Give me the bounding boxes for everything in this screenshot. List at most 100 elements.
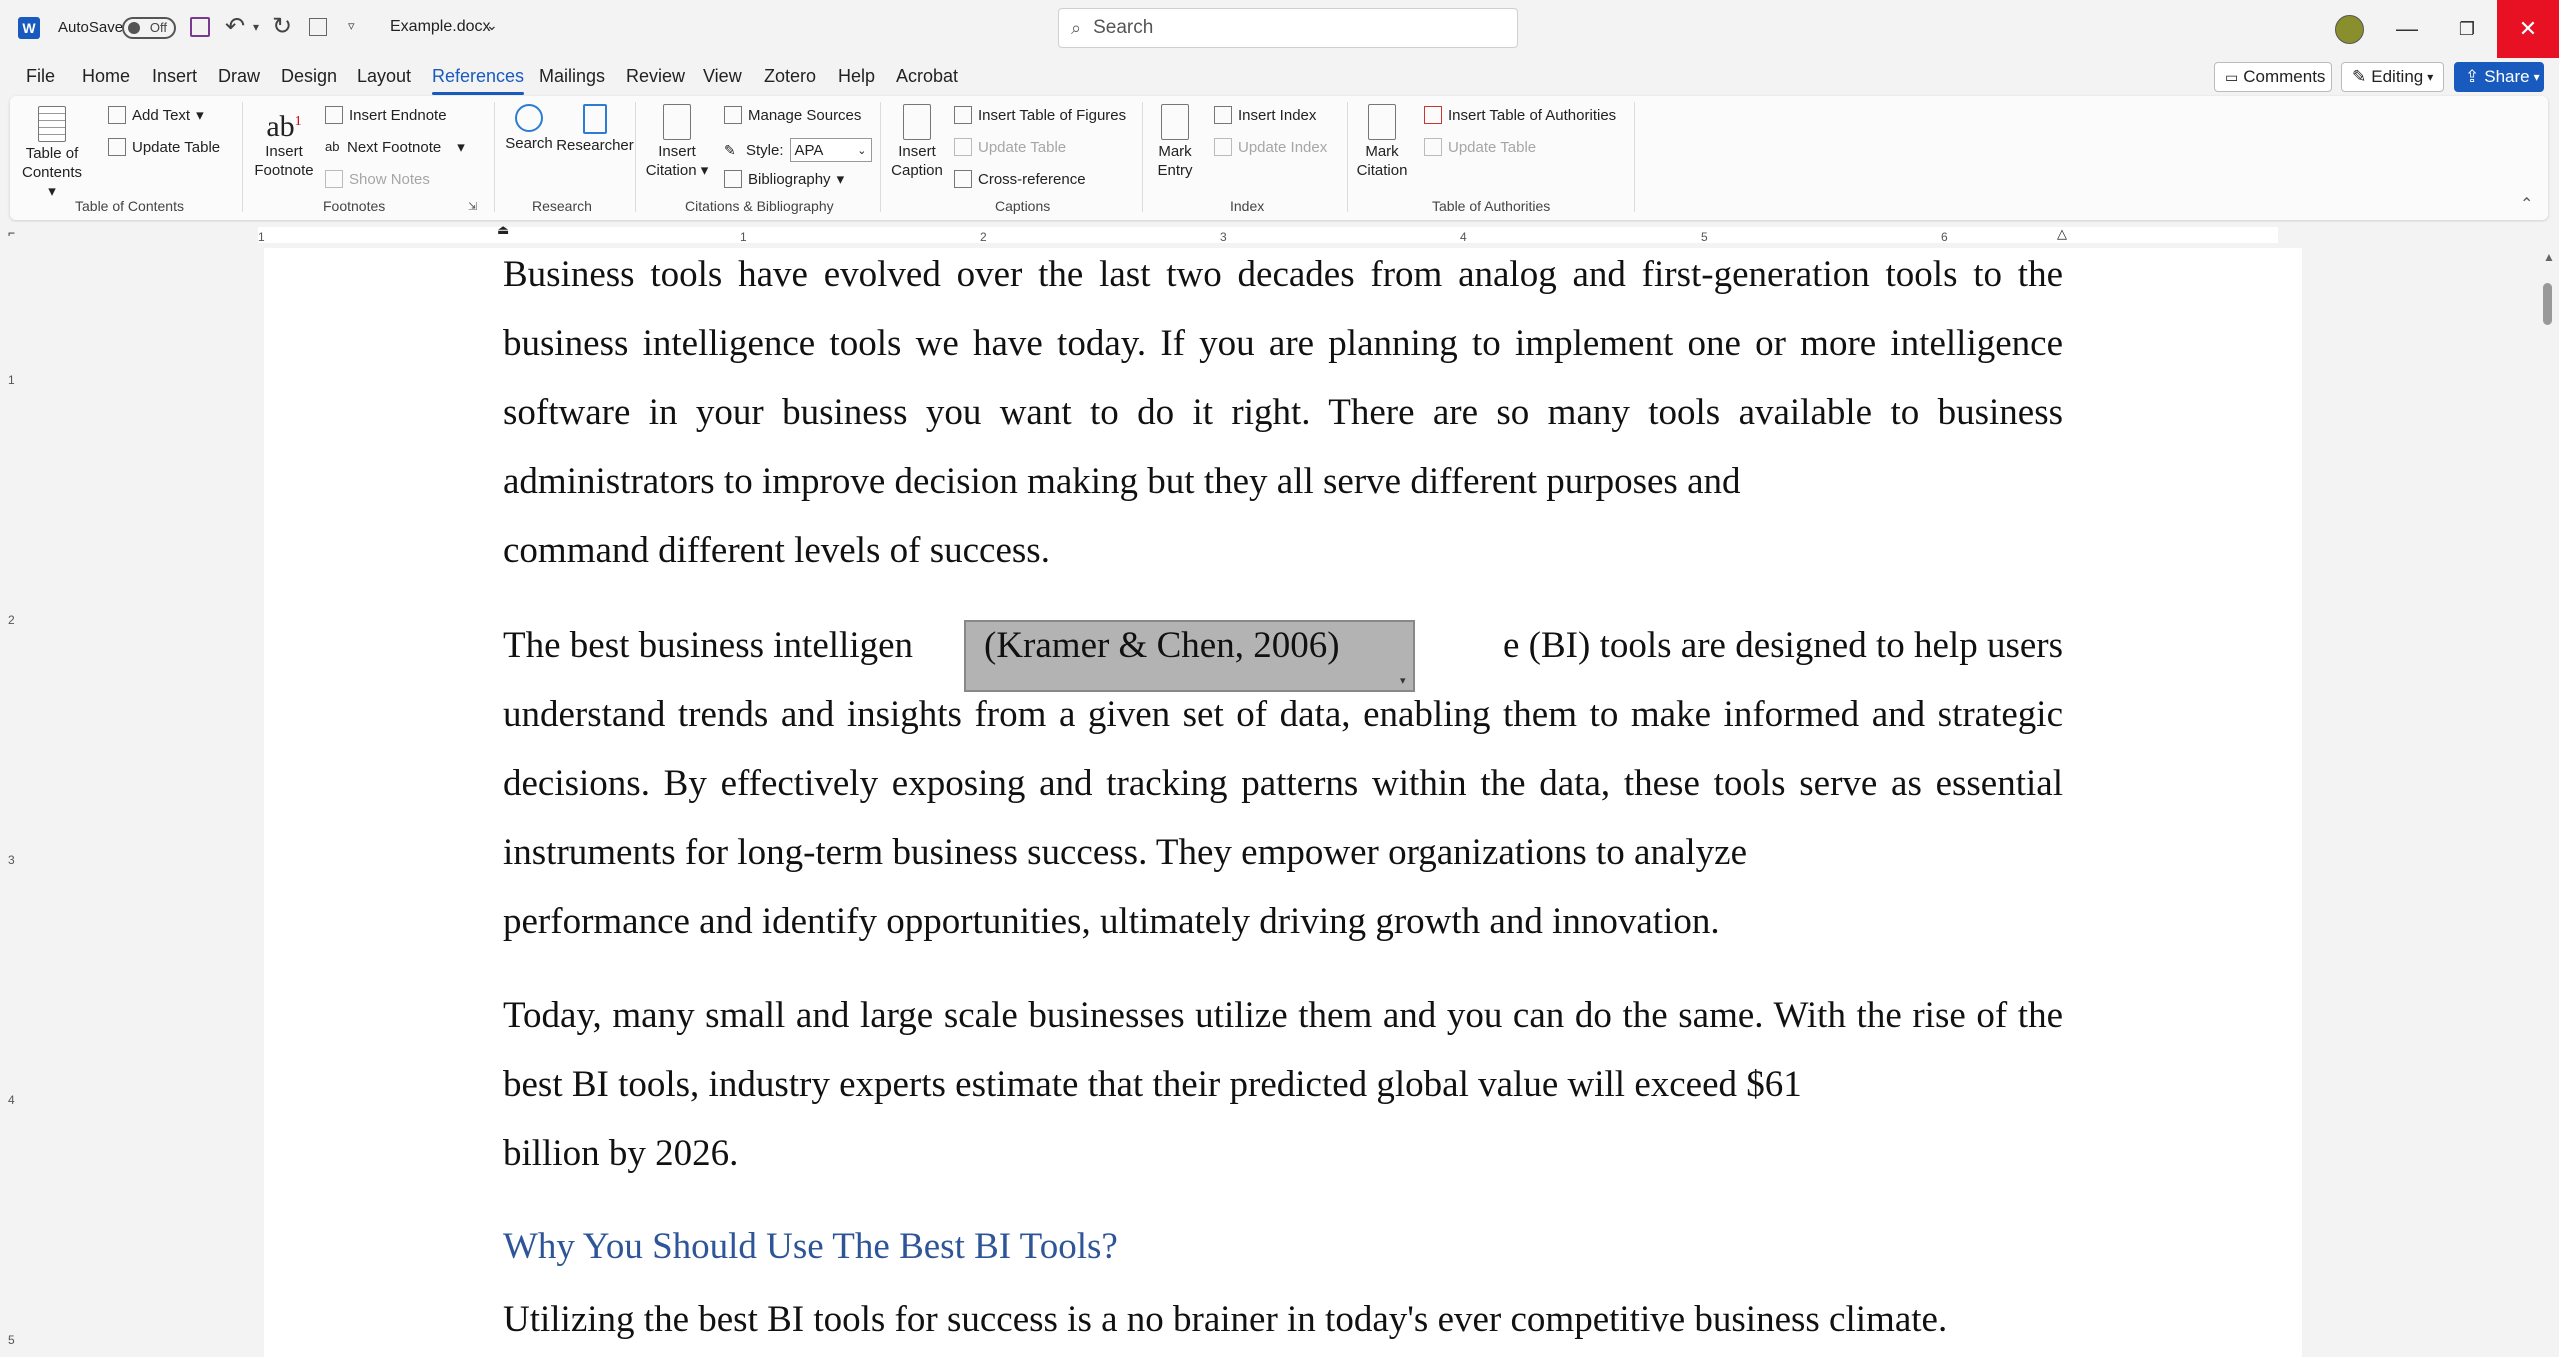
- table-of-contents-button[interactable]: Table of Contents ▾: [22, 106, 82, 201]
- group-label-captions: Captions: [995, 198, 1051, 214]
- insert-endnote-button[interactable]: Insert Endnote: [325, 106, 447, 124]
- autosave-label: AutoSave: [58, 19, 124, 36]
- close-button[interactable]: ✕: [2497, 0, 2559, 58]
- scroll-up-icon[interactable]: ▲: [2543, 250, 2555, 264]
- restore-button[interactable]: ❐: [2437, 0, 2497, 58]
- insert-table-of-authorities-button[interactable]: Insert Table of Authorities: [1424, 106, 1616, 124]
- save-icon[interactable]: [190, 17, 210, 37]
- search-input[interactable]: ⌕ Search: [1058, 8, 1518, 48]
- style-selector[interactable]: ✎ Style: APA ⌄: [724, 138, 872, 162]
- tab-help[interactable]: Help: [838, 66, 875, 87]
- insert-index-button[interactable]: Insert Index: [1214, 106, 1316, 124]
- manage-sources-icon: [724, 106, 742, 124]
- update-index-icon: [1214, 138, 1232, 156]
- paragraph-4[interactable]: Utilizing the best BI tools for success …: [503, 1285, 2063, 1354]
- tab-layout[interactable]: Layout: [357, 66, 411, 87]
- tab-home[interactable]: Home: [82, 66, 130, 87]
- citation-content-control[interactable]: (Kramer & Chen, 2006): [964, 620, 1415, 692]
- search-research-icon: [515, 104, 543, 132]
- comments-button[interactable]: ▭ Comments: [2214, 62, 2332, 92]
- editing-mode-button[interactable]: ✎ Editing ▾: [2341, 62, 2444, 92]
- redo-icon[interactable]: ↻: [272, 12, 292, 41]
- group-label-citations: Citations & Bibliography: [685, 198, 834, 214]
- next-footnote-icon: ab: [325, 139, 340, 154]
- ribbon-references: Table of Contents ▾ Add Text ▾ Update Ta…: [10, 96, 2548, 220]
- insert-caption-button[interactable]: Insert Caption: [886, 104, 948, 180]
- show-notes-button[interactable]: Show Notes: [325, 170, 430, 188]
- update-table-figures-button[interactable]: Update Table: [954, 138, 1066, 156]
- cross-reference-button[interactable]: Cross-reference: [954, 170, 1086, 188]
- collapse-ribbon-icon[interactable]: ⌃: [2520, 194, 2533, 214]
- tab-design[interactable]: Design: [281, 66, 337, 87]
- update-index-button[interactable]: Update Index: [1214, 138, 1327, 156]
- footnote-icon: ab1: [266, 110, 302, 143]
- group-label-footnotes: Footnotes: [323, 198, 386, 214]
- citation-dropdown-icon[interactable]: ▾: [1400, 674, 1406, 687]
- scrollbar-thumb[interactable]: [2543, 283, 2552, 325]
- next-footnote-button[interactable]: ab Next Footnote ▾: [325, 138, 465, 157]
- tab-draw[interactable]: Draw: [218, 66, 260, 87]
- update-table-authorities-button[interactable]: Update Table: [1424, 138, 1536, 156]
- vertical-ruler: 1 2 3 4 5: [0, 248, 26, 1357]
- tab-references[interactable]: References: [432, 66, 525, 95]
- chevron-down-icon: ▾: [2427, 70, 2434, 84]
- tab-insert[interactable]: Insert: [152, 66, 197, 87]
- style-icon: ✎: [724, 142, 736, 158]
- tab-zotero[interactable]: Zotero: [764, 66, 816, 87]
- title-bar: W AutoSave Off ↶ ▾ ↻ ▿ Example.docx ⌄ ⌕ …: [0, 0, 2559, 58]
- insert-footnote-button[interactable]: ab1 Insert Footnote: [254, 104, 314, 180]
- endnote-icon: [325, 106, 343, 124]
- autosave-toggle[interactable]: Off: [122, 17, 176, 39]
- footnotes-dialog-launcher-icon[interactable]: ⇲: [468, 200, 477, 213]
- manage-sources-button[interactable]: Manage Sources: [724, 106, 861, 124]
- search-placeholder: Search: [1093, 17, 1154, 38]
- word-logo-icon: W: [18, 17, 40, 39]
- avatar[interactable]: [2335, 15, 2364, 44]
- insert-citation-button[interactable]: Insert Citation ▾: [642, 104, 712, 180]
- add-text-icon: [108, 106, 126, 124]
- search-icon: ⌕: [1071, 17, 1082, 38]
- table-of-authorities-icon: [1424, 106, 1442, 124]
- researcher-button[interactable]: Researcher: [550, 104, 640, 155]
- insert-index-icon: [1214, 106, 1232, 124]
- vertical-scrollbar[interactable]: ▲: [2538, 248, 2559, 1357]
- cross-reference-icon: [954, 170, 972, 188]
- undo-icon[interactable]: ↶: [225, 12, 245, 41]
- pencil-icon: ✎: [2352, 67, 2367, 86]
- minimize-button[interactable]: —: [2377, 0, 2437, 58]
- bibliography-button[interactable]: Bibliography ▾: [724, 170, 844, 188]
- table-icon[interactable]: [309, 18, 327, 36]
- citation-icon: [663, 104, 691, 140]
- customize-qat-icon[interactable]: ▿: [348, 18, 355, 34]
- undo-dropdown-icon[interactable]: ▾: [253, 20, 259, 34]
- paragraph-3[interactable]: Today, many small and large scale busine…: [503, 981, 2063, 1188]
- update-table-icon: [954, 138, 972, 156]
- mark-entry-icon: [1161, 104, 1189, 140]
- tab-acrobat[interactable]: Acrobat: [896, 66, 958, 87]
- tab-mailings[interactable]: Mailings: [539, 66, 605, 87]
- filename-chevron-icon[interactable]: ⌄: [486, 17, 498, 34]
- bibliography-icon: [724, 170, 742, 188]
- share-button[interactable]: ⇪ Share ▾: [2454, 62, 2544, 92]
- tab-view[interactable]: View: [703, 66, 742, 87]
- insert-table-of-figures-button[interactable]: Insert Table of Figures: [954, 106, 1126, 124]
- file-name[interactable]: Example.docx: [390, 18, 491, 36]
- first-line-indent-marker[interactable]: ⏏: [497, 222, 509, 238]
- table-of-figures-icon: [954, 106, 972, 124]
- tab-review[interactable]: Review: [626, 66, 685, 87]
- chevron-down-icon: ▾: [2533, 70, 2540, 84]
- section-heading[interactable]: Why You Should Use The Best BI Tools?: [503, 1225, 1118, 1268]
- update-table-icon: [1424, 138, 1442, 156]
- share-icon: ⇪: [2465, 67, 2480, 86]
- toc-icon: [38, 106, 66, 142]
- tab-selector-icon[interactable]: ⌐: [8, 226, 15, 240]
- update-table-toc-button[interactable]: Update Table: [108, 138, 220, 156]
- mark-entry-button[interactable]: Mark Entry: [1150, 104, 1200, 180]
- ribbon-tabs: File Home Insert Draw Design Layout Refe…: [0, 58, 2559, 96]
- mark-citation-button[interactable]: Mark Citation: [1352, 104, 1412, 180]
- tab-file[interactable]: File: [26, 66, 55, 87]
- style-dropdown[interactable]: APA ⌄: [789, 138, 872, 162]
- show-notes-icon: [325, 170, 343, 188]
- add-text-button[interactable]: Add Text ▾: [108, 106, 204, 124]
- paragraph-1[interactable]: Business tools have evolved over the las…: [503, 240, 2063, 585]
